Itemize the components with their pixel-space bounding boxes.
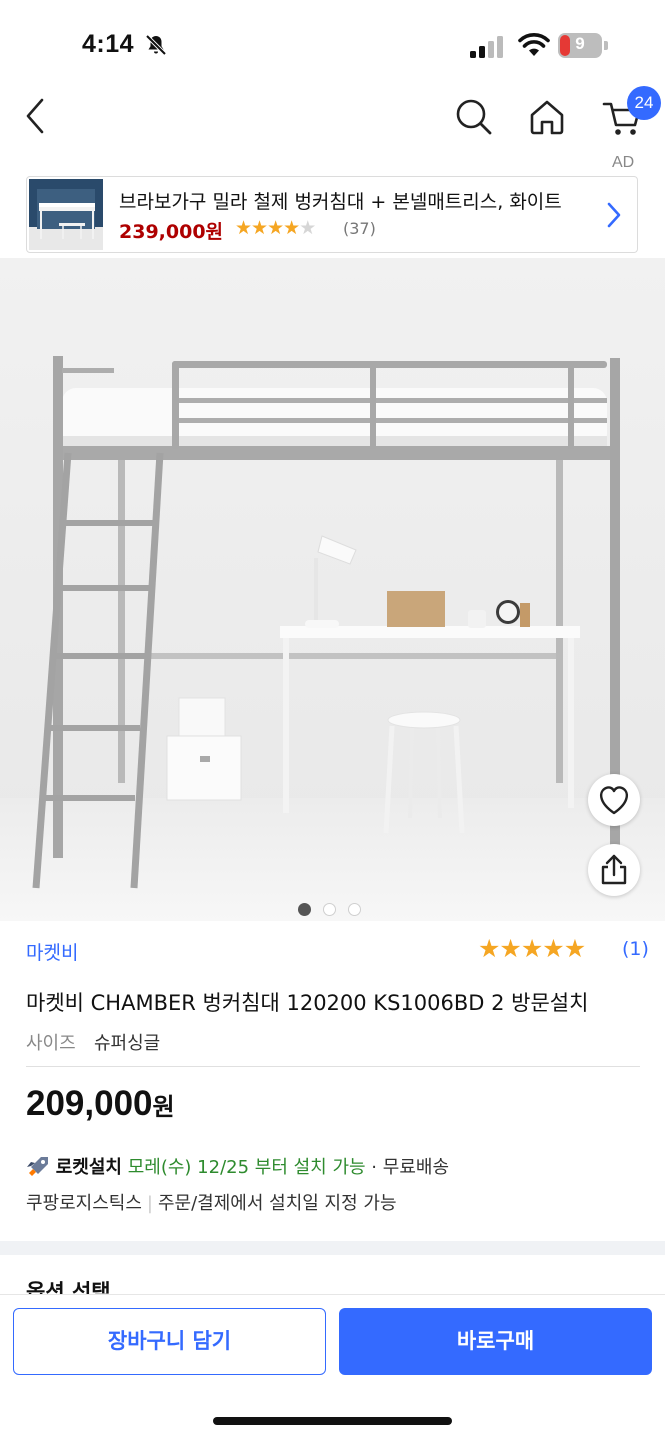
ad-thumbnail — [29, 179, 103, 250]
bottom-action-bar: 장바구니 담기 바로구매 — [0, 1294, 665, 1440]
share-icon — [601, 854, 627, 885]
price-unit: 원 — [152, 1094, 175, 1121]
star-icon: ★ — [283, 217, 300, 239]
star-icon: ★ — [267, 217, 284, 239]
bell-muted-icon — [145, 34, 167, 56]
price-number: 209,000 — [26, 1084, 153, 1123]
share-button[interactable] — [588, 844, 640, 896]
product-review-count[interactable]: (1) — [622, 938, 649, 960]
star-icon: ★ — [299, 217, 316, 239]
rocket-install-label: 로켓설치 — [55, 1157, 122, 1178]
logistics-info: 쿠팡로지스틱스 | 주문/결제에서 설치일 지정 가능 — [26, 1189, 397, 1215]
heart-icon — [600, 786, 628, 815]
star-icon: ★ — [520, 934, 543, 963]
ad-label: AD — [612, 154, 635, 171]
gallery-indicator — [298, 903, 368, 917]
install-date: 모레(수) 12/25 부터 설치 가능 — [127, 1157, 366, 1178]
option-label: 사이즈 — [26, 1033, 76, 1054]
product-image[interactable] — [0, 258, 665, 921]
logistics-provider: 쿠팡로지스틱스 — [26, 1193, 142, 1214]
search-icon[interactable] — [455, 98, 493, 136]
wifi-icon — [518, 33, 550, 56]
delivery-info: 로켓설치 모레(수) 12/25 부터 설치 가능 · 무료배송 — [26, 1153, 449, 1179]
chevron-right-icon[interactable] — [605, 201, 623, 229]
sponsored-product-banner[interactable]: 브라보가구 밀라 철제 벙커침대 + 본넬매트리스, 화이트 239,000원 … — [26, 176, 638, 253]
rocket-install-icon — [27, 1157, 48, 1176]
ad-thumbnail-image — [29, 179, 103, 250]
star-icon: ★ — [251, 217, 268, 239]
buy-now-button[interactable]: 바로구매 — [339, 1308, 652, 1375]
home-indicator — [213, 1417, 452, 1425]
product-detail-page: 4:14 9 24 AD 브라보가구 밀라 철제 벙커침대 + 본넬매트리스, … — [0, 0, 665, 1440]
signal-icon — [470, 36, 503, 58]
add-to-cart-button[interactable]: 장바구니 담기 — [13, 1308, 326, 1375]
schedule-note: 주문/결제에서 설치일 지정 가능 — [158, 1193, 397, 1214]
star-icon: ★ — [499, 934, 521, 963]
product-price: 209,000원 — [26, 1084, 175, 1124]
gallery-dot[interactable] — [298, 903, 311, 916]
home-icon[interactable] — [527, 97, 567, 137]
top-nav: 24 — [0, 86, 665, 150]
cart-count-badge[interactable]: 24 — [627, 86, 661, 120]
free-shipping: 무료배송 — [382, 1157, 450, 1178]
status-time: 4:14 — [82, 30, 135, 58]
brand-link[interactable]: 마켓비 — [26, 938, 78, 965]
battery-cap — [604, 41, 608, 50]
wishlist-button[interactable] — [588, 774, 640, 826]
status-bar: 4:14 9 — [0, 0, 665, 90]
product-rating-stars[interactable]: ★★★★★ — [478, 934, 586, 963]
back-arrow-icon[interactable] — [20, 96, 52, 136]
battery-indicator: 9 — [558, 33, 608, 58]
ad-rating-stars: ★★★★★ — [235, 217, 316, 239]
section-divider — [0, 1241, 665, 1255]
ad-review-count: (37) — [343, 219, 376, 238]
star-icon: ★ — [235, 217, 252, 239]
ad-price: 239,000원 — [119, 221, 224, 243]
gallery-dot[interactable] — [348, 903, 361, 916]
star-icon: ★ — [478, 934, 500, 963]
loft-bed-photo — [0, 258, 665, 921]
gallery-dot[interactable] — [323, 903, 336, 916]
battery-level: 9 — [575, 34, 585, 53]
separator: | — [146, 1193, 153, 1214]
star-icon: ★ — [542, 934, 564, 963]
star-icon: ★ — [563, 934, 586, 963]
ad-title: 브라보가구 밀라 철제 벙커침대 + 본넬매트리스, 화이트 — [119, 191, 562, 213]
option-value: 슈퍼싱글 — [94, 1033, 161, 1054]
product-title: 마켓비 CHAMBER 벙커침대 120200 KS1006BD 2 방문설치 — [26, 991, 589, 1015]
bullet-separator: · — [371, 1157, 378, 1178]
divider — [26, 1066, 640, 1067]
